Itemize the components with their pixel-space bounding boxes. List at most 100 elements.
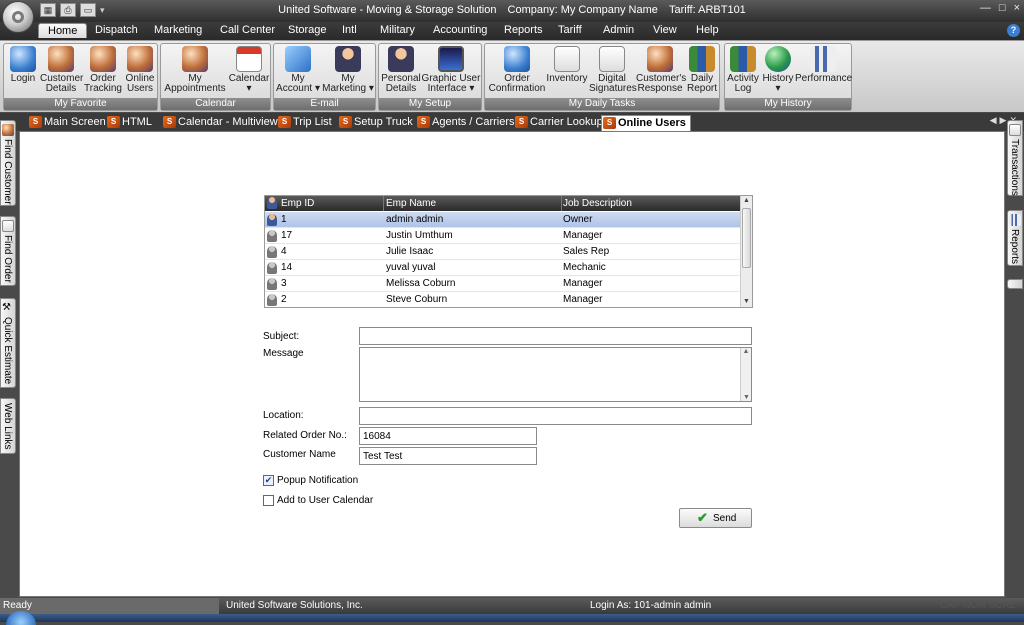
tab-accounting[interactable]: Accounting (433, 24, 487, 36)
activity-log-button[interactable]: Activity Log (727, 46, 759, 94)
order-confirmation-icon (504, 46, 530, 72)
reports-icon (1009, 214, 1021, 226)
close-button[interactable]: × (1014, 2, 1020, 14)
sidetab-transactions[interactable]: Transactions (1007, 120, 1023, 196)
status-company: United Software Solutions, Inc. (226, 600, 363, 611)
scroll-down-icon[interactable]: ▼ (741, 297, 752, 307)
minimize-button[interactable]: — (980, 2, 991, 14)
popup-notification-checkbox[interactable]: ✔ (263, 475, 274, 486)
scroll-down-icon[interactable]: ▼ (741, 394, 752, 401)
doctab-online-users[interactable]: S Online Users (601, 115, 691, 131)
tab-storage[interactable]: Storage (288, 24, 327, 36)
related-order-input[interactable] (359, 427, 537, 445)
sidetab-find-order[interactable]: Find Order (0, 216, 16, 286)
doctab-label: Agents / Carriers (432, 116, 515, 128)
employee-icon (267, 197, 277, 209)
add-to-calendar-label: Add to User Calendar (277, 495, 374, 506)
tab-intl[interactable]: Intl (342, 24, 357, 36)
customer-response-button[interactable]: Customer's Response (636, 46, 686, 94)
emp-name: Melissa Coburn (386, 278, 456, 289)
application-menu-button[interactable] (2, 1, 34, 33)
table-row[interactable]: 14 yuval yuval Mechanic (265, 260, 741, 276)
doctab-calendar-multiview[interactable]: S Calendar - Multiview (162, 115, 278, 131)
table-row[interactable]: 2 Steve Coburn Manager (265, 292, 741, 308)
col-job-description[interactable]: Job Description (563, 198, 632, 209)
tab-view[interactable]: View (653, 24, 677, 36)
tab-call-center[interactable]: Call Center (220, 24, 275, 36)
inventory-button[interactable]: Inventory (546, 46, 588, 84)
maximize-button[interactable]: □ (999, 2, 1006, 14)
user-icon (267, 230, 277, 242)
scroll-thumb[interactable] (742, 208, 751, 268)
online-users-button[interactable]: Online Users (122, 46, 158, 94)
user-icon (267, 214, 277, 226)
tab-marketing[interactable]: Marketing (154, 24, 202, 36)
online-users-panel: Emp ID Emp Name Job Description 1 admin … (19, 131, 1005, 597)
doctab-trip-list[interactable]: S Trip List (277, 115, 332, 131)
group-label-daily-tasks: My Daily Tasks (485, 98, 719, 110)
location-input[interactable] (359, 407, 752, 425)
online-users-label: Online Users (125, 73, 155, 94)
doctab-label: Calendar - Multiview (178, 116, 278, 128)
tab-tariff[interactable]: Tariff (558, 24, 582, 36)
sidetab-reports[interactable]: Reports (1007, 210, 1023, 266)
grid-scrollbar[interactable]: ▲ ▼ (740, 196, 752, 307)
table-row[interactable]: 1 admin admin Owner (265, 212, 741, 228)
doctab-label: Trip List (293, 116, 332, 128)
col-emp-id[interactable]: Emp ID (281, 198, 314, 209)
us-tab-icon: S (417, 116, 430, 128)
table-row[interactable]: 4 Julie Isaac Sales Rep (265, 244, 741, 260)
calendar-button[interactable]: Calendar ▾ (227, 46, 271, 94)
sidetab-collapsed[interactable] (1007, 279, 1023, 289)
doctab-agents-carriers[interactable]: S Agents / Carriers (416, 115, 515, 131)
add-to-calendar-checkbox[interactable] (263, 495, 274, 506)
sidetab-web-links[interactable]: Web Links (0, 398, 16, 454)
tab-admin[interactable]: Admin (603, 24, 634, 36)
gui-button[interactable]: Graphic User Interface ▾ (421, 46, 481, 94)
table-row[interactable]: 3 Melissa Coburn Manager (265, 276, 741, 292)
sidetab-find-customer[interactable]: Find Customer (0, 120, 16, 206)
digital-signatures-button[interactable]: Digital Signatures (589, 46, 637, 94)
order-tracking-button[interactable]: Order Tracking (83, 46, 123, 94)
send-button[interactable]: ✔ Send (679, 508, 752, 528)
personal-details-label: Personal Details (381, 73, 421, 94)
customer-name-input[interactable] (359, 447, 537, 465)
subject-input[interactable] (359, 327, 752, 345)
doctab-carrier-lookup[interactable]: S Carrier Lookup (514, 115, 603, 131)
group-label-my-history: My History (725, 98, 851, 110)
my-appointments-button[interactable]: My Appointments (163, 46, 227, 94)
tab-military[interactable]: Military (380, 24, 415, 36)
ribbon-tab-bar: Home Dispatch Marketing Call Center Stor… (0, 22, 1024, 40)
col-emp-name[interactable]: Emp Name (386, 198, 436, 209)
daily-report-icon (689, 46, 715, 72)
help-icon[interactable]: ? (1007, 24, 1020, 37)
doctab-html[interactable]: S HTML (106, 115, 152, 131)
emp-name: Julie Isaac (386, 246, 434, 257)
scroll-up-icon[interactable]: ▲ (741, 196, 752, 206)
mail-account-icon (285, 46, 311, 72)
performance-button[interactable]: Performance (795, 46, 852, 84)
message-input[interactable] (359, 347, 752, 402)
group-label-my-setup: My Setup (379, 98, 481, 110)
tab-dispatch[interactable]: Dispatch (95, 24, 138, 36)
my-account-button[interactable]: My Account ▾ (276, 46, 320, 94)
scroll-up-icon[interactable]: ▲ (741, 348, 751, 355)
emp-name: Justin Umthum (386, 230, 453, 241)
message-scrollbar[interactable]: ▲ ▼ (740, 348, 751, 401)
order-confirmation-button[interactable]: Order Confirmation (487, 46, 547, 94)
customer-name-label: Customer Name (263, 449, 336, 460)
sidetab-quick-estimate[interactable]: ⚒ Quick Estimate (0, 298, 16, 388)
daily-report-button[interactable]: Daily Report (684, 46, 720, 94)
login-button[interactable]: Login (6, 46, 40, 84)
history-button[interactable]: History ▾ (761, 46, 795, 94)
personal-details-button[interactable]: Personal Details (381, 46, 421, 94)
doctab-main-screen[interactable]: S Main Screen (28, 115, 106, 131)
tab-home[interactable]: Home (38, 23, 88, 38)
doctab-setup-truck[interactable]: S Setup Truck (338, 115, 413, 131)
my-marketing-button[interactable]: My Marketing ▾ (320, 46, 376, 94)
table-row[interactable]: 17 Justin Umthum Manager (265, 228, 741, 244)
tab-reports[interactable]: Reports (504, 24, 543, 36)
customer-details-button[interactable]: Customer Details (40, 46, 83, 94)
tab-help[interactable]: Help (696, 24, 719, 36)
doctab-label: Carrier Lookup (530, 116, 603, 128)
